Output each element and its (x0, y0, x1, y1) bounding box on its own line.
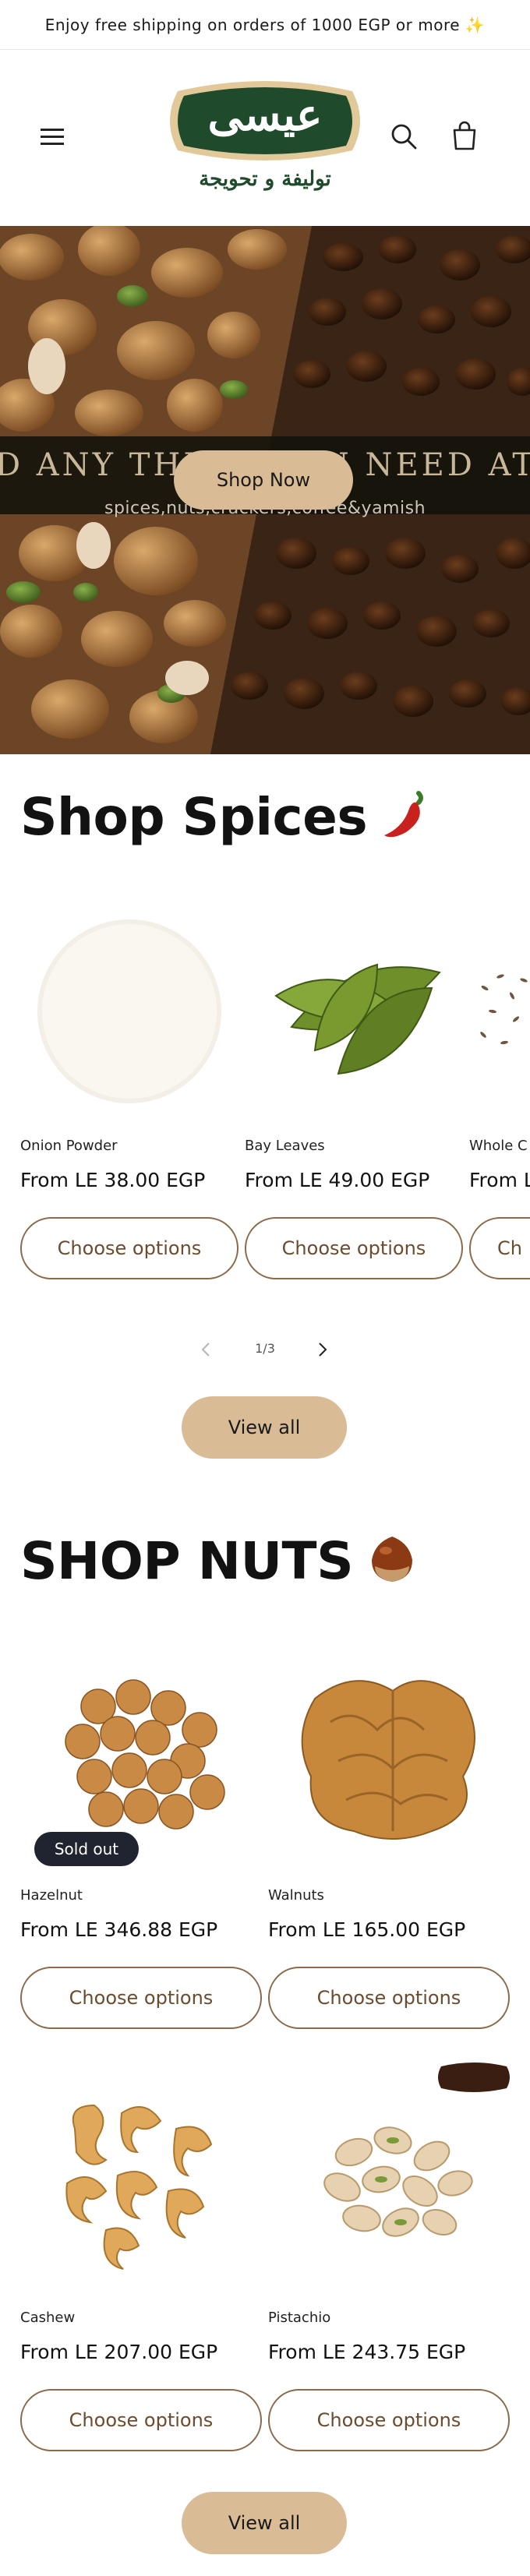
product-card[interactable]: Walnuts From LE 165.00 EGP Choose option… (268, 1636, 510, 2057)
search-icon[interactable] (388, 121, 419, 152)
choose-options-button[interactable]: Choose options (20, 1217, 238, 1279)
choose-options-button[interactable]: Choose options (268, 2389, 510, 2451)
chili-icon (378, 787, 433, 854)
product-name[interactable]: Walnuts (268, 1887, 324, 1904)
slider-controls: 1/3 (187, 1334, 343, 1365)
product-name[interactable]: Hazelnut (20, 1887, 83, 1904)
product-price: From LE 243.75 EGP (268, 2341, 466, 2363)
product-image-bay-leaves[interactable] (245, 902, 463, 1124)
product-image-whole-cumin[interactable] (469, 902, 530, 1124)
product-image-walnuts[interactable] (268, 1636, 510, 1873)
product-image-pistachio[interactable] (268, 2059, 510, 2295)
choose-options-button[interactable]: Choose options (245, 1217, 463, 1279)
view-all-spices-button[interactable]: View all (182, 1396, 347, 1459)
logo-text: عيسى (207, 90, 323, 141)
hero-banner: D ANY THING YOU NEED AT EISSA spices,nut… (0, 226, 530, 754)
product-price: From LE 346.88 EGP (20, 1918, 218, 1941)
chevron-right-icon[interactable] (315, 1340, 330, 1362)
product-name[interactable]: Whole C (469, 1138, 528, 1154)
product-price: From LE 49.00 EGP (245, 1169, 430, 1191)
nuts-section-title: SHOP NUTS (20, 1530, 420, 1599)
choose-options-button[interactable]: Ch (469, 1217, 530, 1279)
choose-options-button[interactable]: Choose options (268, 1967, 510, 2029)
product-name[interactable]: Pistachio (268, 2310, 330, 2326)
product-price: From LE 207.00 EGP (20, 2341, 218, 2363)
product-price: From LE 165.00 EGP (268, 1918, 466, 1941)
shop-now-button[interactable]: Shop Now (174, 450, 353, 510)
product-card[interactable]: Bay Leaves From LE 49.00 EGP Choose opti… (245, 902, 463, 1339)
spices-title-text: Shop Spices (20, 787, 368, 848)
product-card[interactable]: Whole C From L Ch (469, 902, 530, 1339)
announcement-text: Enjoy free shipping on orders of 1000 EG… (44, 15, 486, 34)
choose-options-button[interactable]: Choose options (20, 2389, 262, 2451)
view-all-nuts-button[interactable]: View all (182, 2492, 347, 2554)
chestnut-icon (364, 1530, 420, 1599)
logo-watermark (438, 2063, 510, 2092)
product-name[interactable]: Onion Powder (20, 1138, 118, 1154)
nuts-title-text: SHOP NUTS (20, 1531, 354, 1592)
product-name[interactable]: Bay Leaves (245, 1138, 325, 1154)
product-image-cashew[interactable] (20, 2059, 262, 2295)
product-image-onion-powder[interactable] (20, 902, 238, 1124)
cart-icon[interactable] (447, 119, 482, 154)
menu-icon[interactable] (37, 122, 69, 150)
site-header: عيسى توليفة و تحويجة (0, 51, 530, 226)
spices-section-title: Shop Spices (20, 787, 433, 854)
logo[interactable]: عيسى توليفة و تحويجة (164, 76, 366, 200)
logo-tagline: توليفة و تحويجة (199, 168, 331, 191)
product-card[interactable]: Pistachio From LE 243.75 EGP Choose opti… (268, 2059, 510, 2479)
product-card[interactable]: Cashew From LE 207.00 EGP Choose options (20, 2059, 262, 2479)
sold-out-badge: Sold out (34, 1832, 139, 1866)
product-price: From L (469, 1169, 530, 1191)
product-card[interactable]: Onion Powder From LE 38.00 EGP Choose op… (20, 902, 238, 1339)
announcement-bar: Enjoy free shipping on orders of 1000 EG… (0, 0, 530, 50)
product-price: From LE 38.00 EGP (20, 1169, 206, 1191)
product-name[interactable]: Cashew (20, 2310, 75, 2326)
choose-options-button[interactable]: Choose options (20, 1967, 262, 2029)
